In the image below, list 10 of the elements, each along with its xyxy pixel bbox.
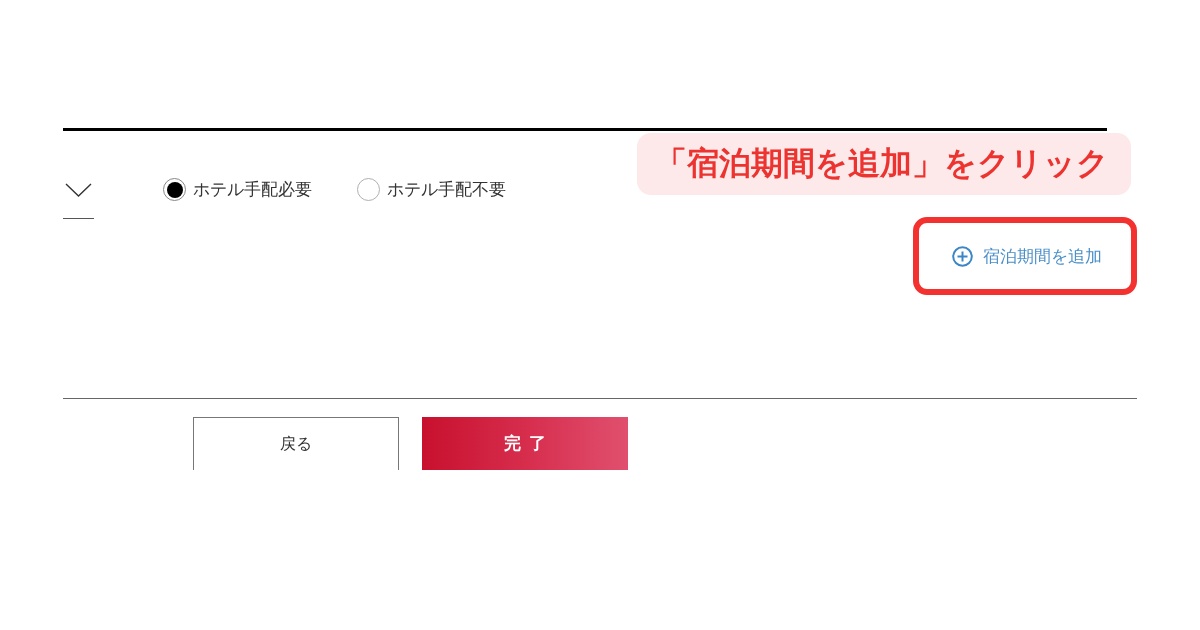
radio-label: ホテル手配必要 (193, 178, 312, 201)
add-stay-link[interactable]: 宿泊期間を追加 (952, 244, 1102, 268)
plus-circle-icon (952, 245, 973, 267)
callout-note: 「宿泊期間を追加」をクリック (637, 133, 1131, 195)
radio-button[interactable] (163, 178, 186, 201)
chevron-down-icon[interactable] (65, 183, 92, 197)
complete-button[interactable]: 完了 (422, 417, 628, 470)
radio-label: ホテル手配不要 (387, 178, 506, 201)
radio-button[interactable] (357, 178, 380, 201)
back-button[interactable]: 戻る (193, 417, 399, 470)
